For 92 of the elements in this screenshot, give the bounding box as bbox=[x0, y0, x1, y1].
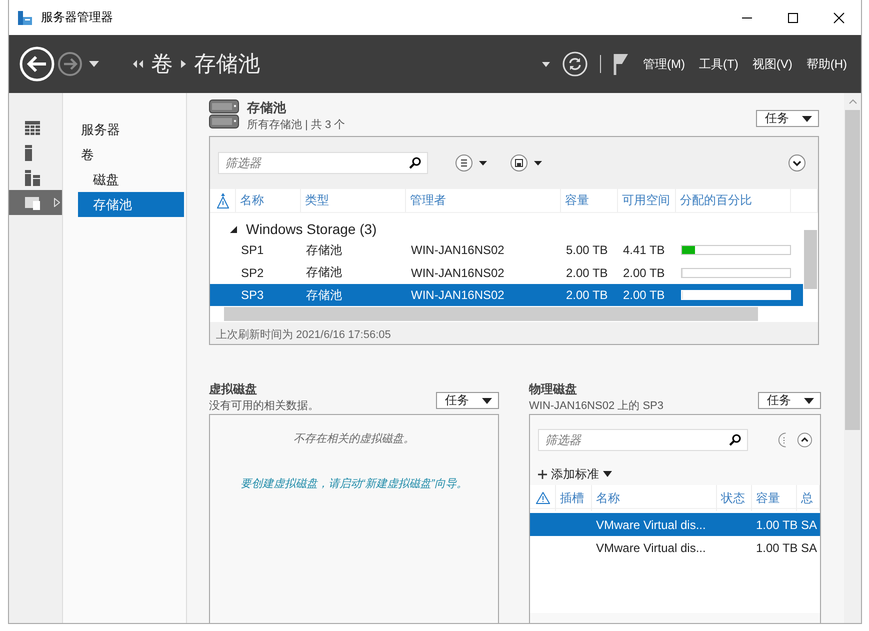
nav-item[interactable]: 服务器 bbox=[63, 117, 186, 142]
nav-item[interactable]: 卷 bbox=[63, 142, 186, 167]
table-cell-text: VMware Virtual dis... bbox=[595, 518, 707, 532]
sidebar-tab[interactable] bbox=[9, 190, 62, 215]
nav-item[interactable]: 磁盘 bbox=[63, 167, 186, 192]
tasks-dropdown[interactable]: 任务 bbox=[758, 392, 821, 409]
caret-icon bbox=[482, 398, 492, 404]
table-cell-text: SA bbox=[800, 540, 818, 554]
table-cell-text: WIN-JAN16NS02 bbox=[410, 266, 506, 280]
table-cell-text: WIN-JAN16NS02 bbox=[410, 243, 506, 258]
column-header[interactable]: 分配的百分比 bbox=[676, 189, 791, 212]
table-row[interactable]: SP3 存储池 WIN-JAN16NS02 2.00 TB 2.00 TB bbox=[210, 284, 803, 306]
folder-icon bbox=[25, 196, 40, 210]
save-options-icon[interactable] bbox=[510, 154, 542, 172]
caret-icon bbox=[804, 398, 814, 404]
table-cell-text: 2.00 TB bbox=[622, 288, 666, 302]
refresh-timestamp: 上次刷新时间为 2021/6/16 17:56:05 bbox=[215, 328, 392, 342]
horizontal-scrollbar[interactable] bbox=[210, 306, 818, 322]
section-title: 存储池 bbox=[247, 99, 287, 117]
double-chevron-icon bbox=[133, 60, 143, 68]
table-row[interactable]: SP2 存储池 WIN-JAN16NS02 2.00 TB 2.00 TB bbox=[210, 262, 803, 284]
filter-field[interactable]: 筛选器 bbox=[218, 152, 428, 174]
table-row[interactable]: VMware Virtual dis... 1.00 TB SA bbox=[530, 513, 820, 536]
caret-icon[interactable] bbox=[542, 62, 550, 66]
warning-sort-icon[interactable] bbox=[216, 192, 228, 208]
column-header[interactable]: 管理者 bbox=[406, 189, 561, 212]
options-icon[interactable] bbox=[778, 431, 787, 449]
menu-item[interactable]: 帮助(H) bbox=[806, 56, 847, 72]
expand-chevron-icon[interactable] bbox=[796, 431, 812, 449]
table-cell-text: 2.00 TB bbox=[565, 288, 609, 302]
table-cell-text: 存储池 bbox=[305, 242, 343, 259]
table-cell-text: 2.00 TB bbox=[622, 266, 666, 280]
flag-icon[interactable] bbox=[613, 52, 629, 76]
plus-icon bbox=[538, 470, 547, 478]
column-header[interactable]: 名称 bbox=[236, 189, 301, 212]
table-cell-text: 1.00 TB bbox=[755, 540, 797, 554]
wizard-hint-link[interactable]: 要创建虚拟磁盘，请启动“新建虚拟磁盘”向导。 bbox=[240, 476, 468, 491]
section-subtitle: 所有存储池 | 共 3 个 bbox=[247, 118, 346, 132]
refresh-icon[interactable] bbox=[562, 51, 588, 77]
column-header[interactable]: 类型 bbox=[301, 189, 406, 212]
table-cell-text: SA bbox=[800, 518, 818, 532]
table-cell-text: WIN-JAN16NS02 bbox=[410, 288, 506, 302]
table-cell-text: VMware Virtual dis... bbox=[595, 540, 707, 554]
breadcrumb-item[interactable]: 存储池 bbox=[194, 49, 260, 79]
list-options-icon[interactable] bbox=[455, 154, 487, 172]
column-header[interactable]: 可用空间 bbox=[618, 189, 676, 212]
collapse-chevron-icon[interactable] bbox=[788, 154, 806, 172]
breadcrumb-item[interactable]: 卷 bbox=[151, 49, 173, 79]
table-cell-text: SP2 bbox=[240, 266, 265, 280]
table-cell-text: 存储池 bbox=[305, 286, 343, 304]
caret-icon bbox=[802, 116, 812, 122]
nav-item[interactable]: 存储池 bbox=[78, 192, 184, 217]
filter-field[interactable]: 筛选器 bbox=[538, 429, 748, 451]
section-title: 物理磁盘 bbox=[529, 381, 578, 398]
close-icon[interactable] bbox=[833, 12, 845, 24]
tasks-dropdown[interactable]: 任务 bbox=[756, 110, 819, 127]
table-cell-text: 存储池 bbox=[305, 264, 343, 282]
chevron-icon bbox=[181, 60, 186, 68]
table-row[interactable]: SP1 存储池 WIN-JAN16NS02 5.00 TB 4.41 TB bbox=[210, 239, 803, 262]
menu-item[interactable]: 视图(V) bbox=[752, 56, 792, 72]
table-row[interactable]: VMware Virtual dis... 1.00 TB SA bbox=[530, 536, 820, 559]
scrollbar[interactable] bbox=[844, 93, 861, 623]
add-criteria-button[interactable]: 添加标准 bbox=[530, 465, 620, 483]
menu-item[interactable]: 工具(T) bbox=[699, 56, 738, 72]
warning-icon[interactable] bbox=[536, 492, 550, 504]
table-cell-text: SP1 bbox=[240, 243, 265, 258]
section-title: 虚拟磁盘 bbox=[209, 381, 258, 398]
search-icon bbox=[729, 434, 741, 446]
storage-pool-icon bbox=[209, 99, 239, 129]
servers-icon bbox=[25, 170, 40, 186]
window-title: 服务器管理器 bbox=[41, 9, 113, 26]
caret-icon[interactable] bbox=[89, 61, 99, 67]
section-subtitle: WIN-JAN16NS02 上的 SP3 bbox=[529, 399, 664, 413]
section-subtitle: 没有可用的相关数据。 bbox=[209, 398, 319, 413]
server-icon bbox=[25, 144, 32, 160]
tasks-dropdown[interactable]: 任务 bbox=[436, 392, 499, 409]
empty-message: 不存在相关的虚拟磁盘。 bbox=[294, 432, 414, 446]
table-cell-text: 1.00 TB bbox=[755, 518, 797, 532]
table-cell-text: 2.00 TB bbox=[565, 266, 609, 280]
server-manager-icon bbox=[17, 10, 33, 26]
table-cell-text: SP3 bbox=[240, 288, 265, 302]
collapse-triangle-icon[interactable] bbox=[230, 226, 237, 232]
grid-icon bbox=[25, 120, 40, 134]
group-label: Windows Storage (3) bbox=[246, 221, 377, 237]
expand-arrow-icon bbox=[54, 198, 60, 207]
menu-item[interactable]: 管理(M) bbox=[643, 56, 685, 72]
table-cell-text: 4.41 TB bbox=[622, 243, 666, 258]
caret-icon bbox=[603, 471, 612, 477]
table-cell-text: 5.00 TB bbox=[565, 243, 609, 258]
maximize-icon[interactable] bbox=[787, 12, 799, 24]
column-header[interactable]: 容量 bbox=[561, 189, 618, 212]
search-icon bbox=[409, 157, 421, 169]
